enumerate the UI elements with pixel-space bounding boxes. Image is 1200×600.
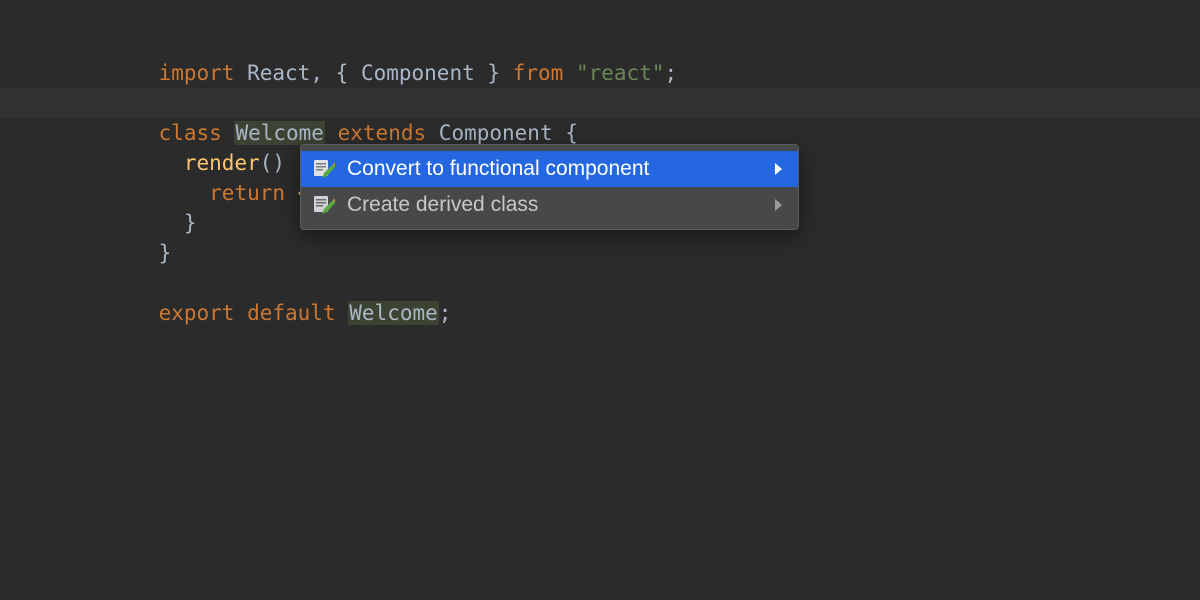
submenu-arrow-icon <box>775 163 782 175</box>
submenu-arrow-icon <box>775 199 782 211</box>
semicolon: ; <box>439 301 452 325</box>
code-line-empty[interactable] <box>108 238 1200 268</box>
menu-item-label: Create derived class <box>347 193 765 217</box>
edit-intention-icon <box>313 194 335 216</box>
keyword-export: export <box>159 301 235 325</box>
code-line-current[interactable]: class Welcome extends Component { <box>0 88 1200 118</box>
code-line-empty[interactable] <box>108 58 1200 88</box>
menu-item-create-derived-class[interactable]: Create derived class <box>301 187 798 223</box>
menu-item-label: Convert to functional component <box>347 157 765 181</box>
keyword-default: default <box>247 301 336 325</box>
code-line[interactable]: export default Welcome; <box>108 268 1200 298</box>
identifier-highlighted: Welcome <box>348 301 439 325</box>
code-line[interactable]: import React, { Component } from "react"… <box>108 28 1200 58</box>
edit-intention-icon <box>313 158 335 180</box>
intention-actions-menu[interactable]: Convert to functional component Create d… <box>300 144 799 230</box>
menu-item-convert-to-functional[interactable]: Convert to functional component <box>301 151 798 187</box>
